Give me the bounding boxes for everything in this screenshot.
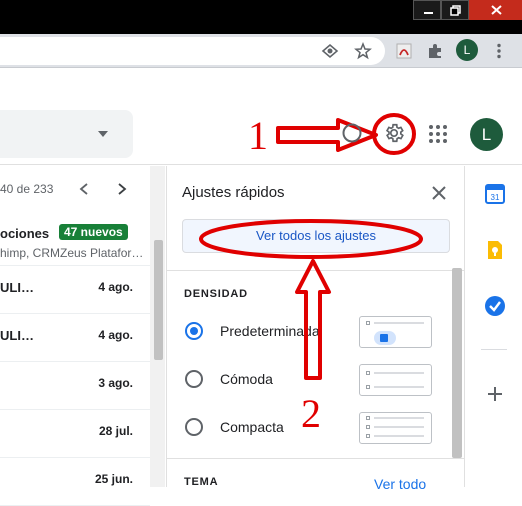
density-option-label[interactable]: Compacta bbox=[220, 419, 284, 435]
divider bbox=[481, 349, 507, 350]
email-row[interactable]: 25 jun. bbox=[0, 458, 150, 506]
annotation-arrow-right bbox=[276, 118, 378, 152]
email-list-scrollbar-thumb[interactable] bbox=[154, 240, 163, 360]
add-addon-icon[interactable] bbox=[487, 386, 503, 402]
category-row-promotions[interactable]: ociones 47 nuevos himp, CRMZeus Platafor… bbox=[0, 212, 150, 266]
close-window-button[interactable] bbox=[469, 0, 522, 20]
minimize-button[interactable] bbox=[413, 0, 441, 20]
email-sender: ULI… bbox=[0, 328, 34, 343]
email-date: 4 ago. bbox=[98, 328, 133, 342]
gear-icon[interactable] bbox=[383, 122, 405, 144]
eye-icon[interactable] bbox=[321, 42, 339, 60]
category-label: ociones bbox=[0, 226, 50, 241]
category-preview: himp, CRMZeus Platafor… bbox=[0, 246, 144, 260]
calendar-icon[interactable]: 31 bbox=[485, 184, 505, 204]
density-default-preview[interactable] bbox=[359, 316, 432, 348]
see-all-highlight-oval bbox=[199, 219, 423, 259]
tasks-icon[interactable] bbox=[484, 295, 506, 317]
density-compact-preview[interactable] bbox=[359, 412, 432, 444]
theme-view-all-link[interactable]: Ver todo bbox=[374, 476, 426, 492]
annotation-step-1: 1 bbox=[248, 113, 268, 158]
email-date: 25 jun. bbox=[94, 472, 133, 486]
email-sender: ULI… bbox=[0, 280, 34, 295]
maximize-button[interactable] bbox=[441, 0, 469, 20]
apps-grid-icon[interactable] bbox=[428, 124, 448, 144]
pagination-count: 40 de 233 bbox=[0, 182, 54, 196]
keep-icon[interactable] bbox=[485, 240, 505, 260]
browser-profile-avatar[interactable]: L bbox=[456, 39, 478, 61]
radio-density-compact[interactable] bbox=[185, 418, 203, 436]
email-row[interactable]: ULI… 4 ago. bbox=[0, 266, 150, 314]
minimize-icon bbox=[424, 12, 433, 14]
divider bbox=[167, 458, 465, 459]
quick-settings-title: Ajustes rápidos bbox=[182, 184, 285, 201]
pdf-extension-icon[interactable] bbox=[395, 42, 413, 60]
extensions-puzzle-icon[interactable] bbox=[426, 42, 444, 60]
restore-icon bbox=[450, 5, 461, 16]
email-date: 28 jul. bbox=[98, 424, 133, 438]
next-page-chevron-icon[interactable] bbox=[116, 182, 128, 196]
support-icon[interactable] bbox=[342, 122, 362, 144]
annotation-arrow-up bbox=[295, 259, 331, 380]
density-heading: DENSIDAD bbox=[184, 288, 248, 300]
email-row[interactable]: ULI… 4 ago. bbox=[0, 314, 150, 362]
close-icon[interactable] bbox=[430, 184, 448, 202]
search-box[interactable] bbox=[0, 110, 133, 158]
email-row[interactable]: 3 ago. bbox=[0, 362, 150, 410]
prev-page-chevron-icon[interactable] bbox=[78, 182, 90, 196]
annotation-step-2: 2 bbox=[301, 391, 321, 436]
side-panel: 31 bbox=[464, 166, 522, 487]
email-date: 3 ago. bbox=[98, 376, 133, 390]
email-date: 4 ago. bbox=[98, 280, 133, 294]
svg-text:31: 31 bbox=[491, 193, 500, 202]
density-comfortable-preview[interactable] bbox=[359, 364, 432, 396]
bookmark-star-icon[interactable] bbox=[354, 42, 372, 60]
account-avatar[interactable]: L bbox=[470, 118, 503, 151]
radio-density-default[interactable] bbox=[185, 322, 203, 340]
theme-heading: TEMA bbox=[184, 476, 219, 488]
density-option-label[interactable]: Cómoda bbox=[220, 371, 273, 387]
search-options-chevron-icon[interactable] bbox=[97, 130, 109, 138]
more-vert-icon[interactable] bbox=[490, 42, 508, 60]
new-count-badge: 47 nuevos bbox=[59, 224, 128, 240]
quick-settings-scrollbar-thumb[interactable] bbox=[452, 268, 462, 458]
close-icon bbox=[491, 5, 502, 15]
email-row[interactable]: 28 jul. bbox=[0, 410, 150, 458]
email-list: 40 de 233 ociones 47 nuevos himp, CRMZeu… bbox=[0, 166, 165, 506]
radio-density-comfortable[interactable] bbox=[185, 370, 203, 388]
